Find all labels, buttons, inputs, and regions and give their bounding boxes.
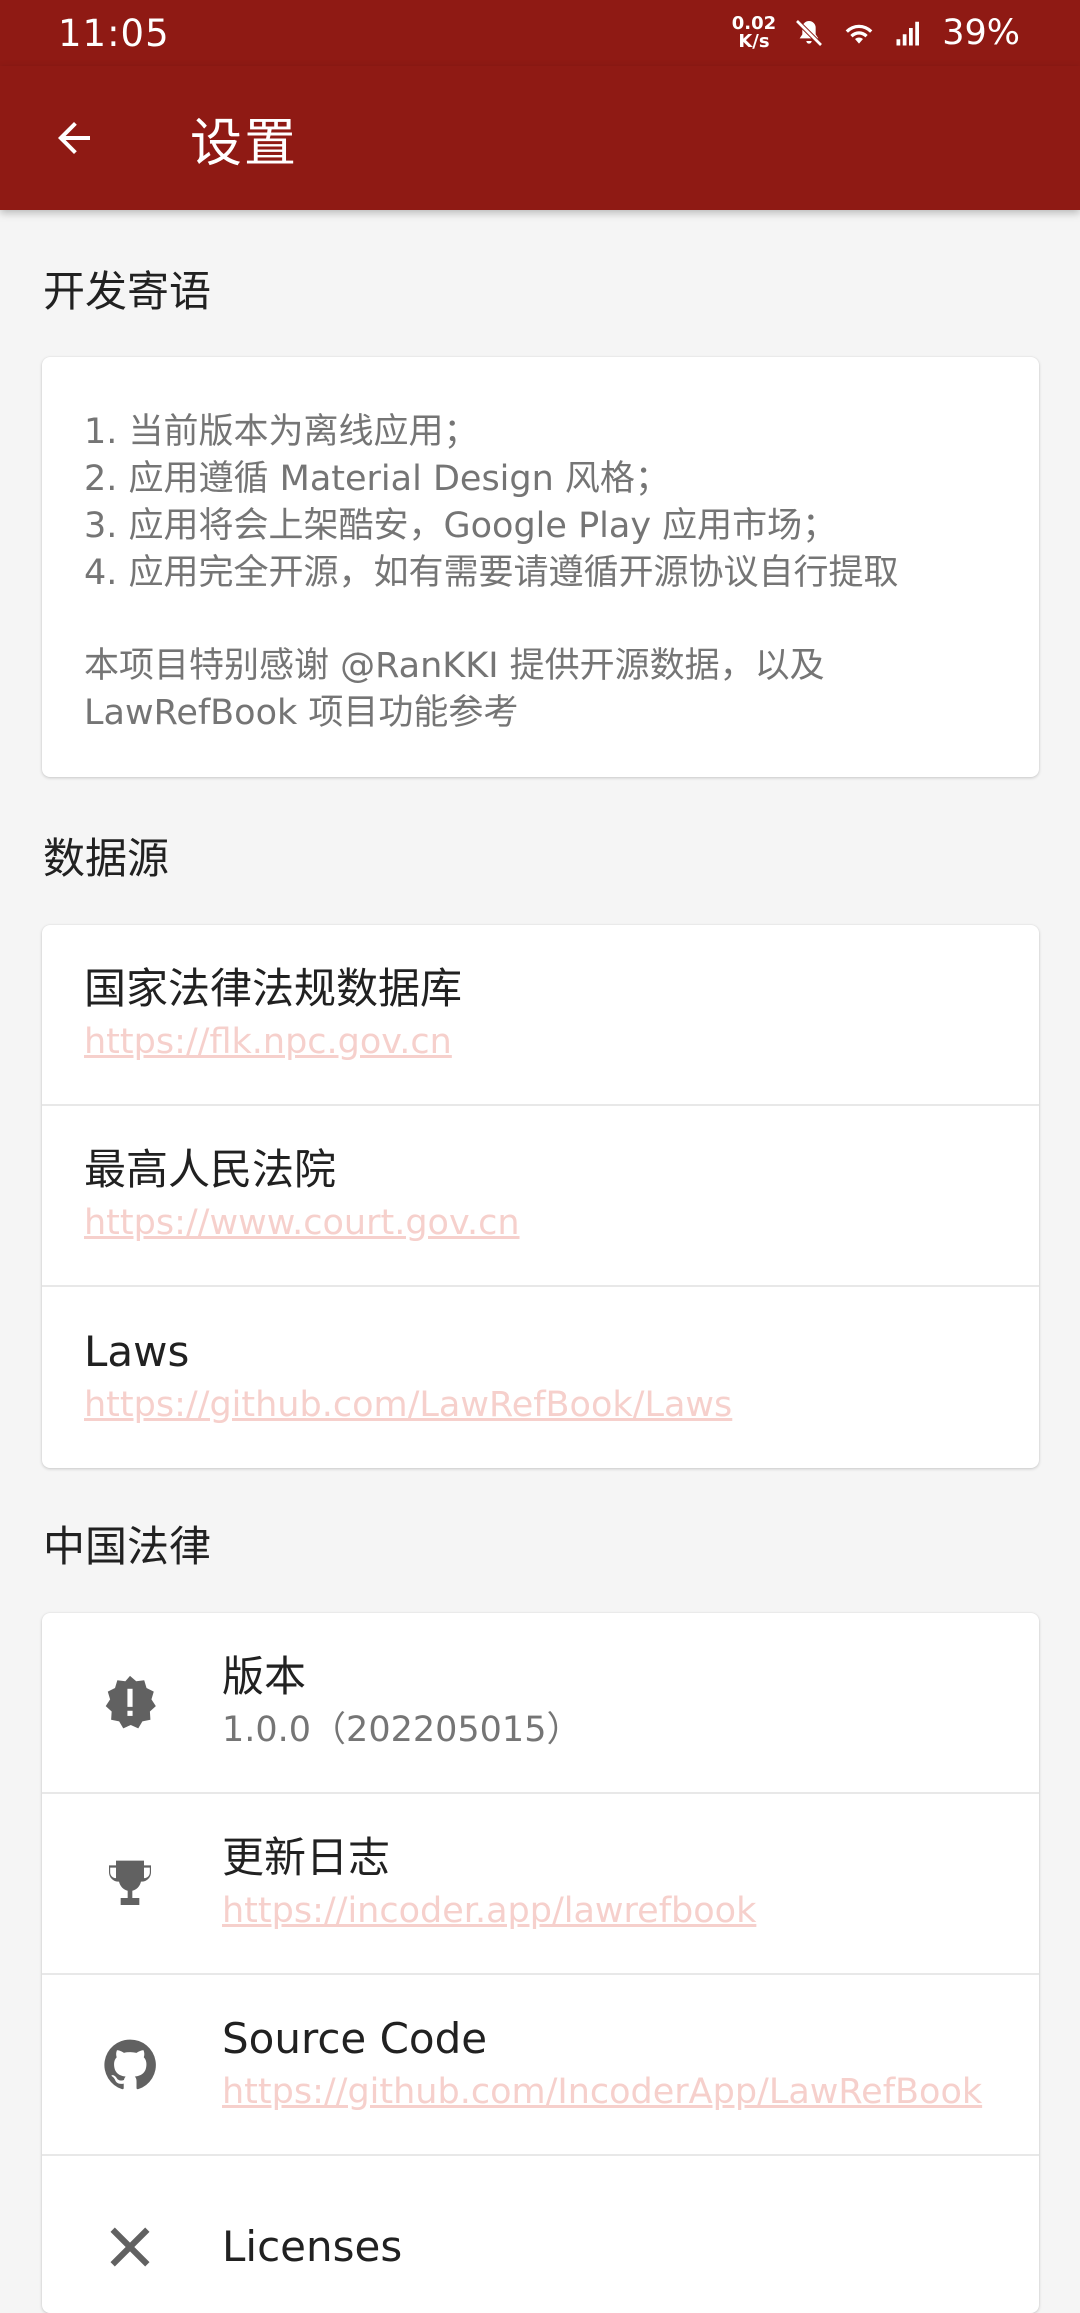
network-speed: 0.02 K/s <box>732 15 776 51</box>
item-title: 最高人民法院 <box>84 1144 337 1194</box>
wifi-icon <box>842 16 876 50</box>
badge-alert-icon <box>42 1613 188 1793</box>
note-line: 1. 当前版本为离线应用； <box>84 412 479 452</box>
item-link[interactable]: https://www.court.gov.cn <box>84 1197 520 1249</box>
trophy-icon <box>42 1793 188 1974</box>
note-line: 2. 应用遵循 Material Design 风格； <box>84 459 670 499</box>
status-bar: 11:05 0.02 K/s 39% <box>0 0 1080 66</box>
note-line: 3. 应用将会上架酷安，Google Play 应用市场； <box>84 506 838 546</box>
version-value: 1.0.0（202205015） <box>222 1709 582 1750</box>
back-button[interactable] <box>0 66 150 210</box>
status-indicators: 0.02 K/s 39% <box>732 13 1020 53</box>
about-card: 版本 1.0.0（202205015） 更新日志 https://incoder… <box>42 1613 1039 2313</box>
data-sources-card: 国家法律法规数据库 https://flk.npc.gov.cn 最高人民法院 … <box>42 925 1039 1468</box>
github-icon <box>42 1974 188 2155</box>
data-source-item[interactable]: 国家法律法规数据库 https://flk.npc.gov.cn <box>42 925 1039 1106</box>
item-link[interactable]: https://incoder.app/lawrefbook <box>222 1885 756 1937</box>
dev-notes-card: 1. 当前版本为离线应用； 2. 应用遵循 Material Design 风格… <box>42 357 1039 777</box>
page-title: 设置 <box>190 113 299 174</box>
licenses-icon <box>42 2156 188 2313</box>
section-title-data-sources: 数据源 <box>43 834 170 883</box>
licenses-item[interactable]: Licenses <box>42 2156 1039 2313</box>
signal-icon <box>892 16 926 50</box>
item-link[interactable]: https://github.com/IncoderApp/LawRefBook <box>222 2066 982 2118</box>
item-title: Licenses <box>222 2221 403 2271</box>
note-line: 4. 应用完全开源，如有需要请遵循开源协议自行提取 <box>84 553 899 593</box>
source-code-item[interactable]: Source Code https://github.com/IncoderAp… <box>42 1975 1039 2156</box>
changelog-item[interactable]: 更新日志 https://incoder.app/lawrefbook <box>42 1794 1039 1975</box>
item-link[interactable]: https://flk.npc.gov.cn <box>84 1016 462 1068</box>
data-source-item[interactable]: 最高人民法院 https://www.court.gov.cn <box>42 1106 1039 1287</box>
item-title: 国家法律法规数据库 <box>84 963 463 1013</box>
item-title: Laws <box>84 1326 190 1376</box>
item-title: 更新日志 <box>222 1832 391 1882</box>
battery-level: 39% <box>942 13 1020 53</box>
data-source-item[interactable]: Laws https://github.com/LawRefBook/Laws <box>42 1287 1039 1468</box>
section-title-about: 中国法律 <box>43 1522 212 1571</box>
app-bar: 设置 <box>0 66 1080 210</box>
version-item[interactable]: 版本 1.0.0（202205015） <box>42 1613 1039 1794</box>
mute-icon <box>792 16 826 50</box>
item-link[interactable]: https://github.com/LawRefBook/Laws <box>84 1379 732 1431</box>
item-title: Source Code <box>222 2013 488 2063</box>
section-title-dev-notes: 开发寄语 <box>43 267 212 316</box>
arrow-left-icon <box>58 122 90 154</box>
status-time: 11:05 <box>58 11 170 55</box>
network-speed-unit: K/s <box>738 31 770 52</box>
thanks-line: 本项目特别感谢 @RanKKI 提供开源数据，以及 <box>84 646 825 686</box>
thanks-line: LawRefBook 项目功能参考 <box>84 693 519 733</box>
item-title: 版本 <box>222 1651 307 1701</box>
